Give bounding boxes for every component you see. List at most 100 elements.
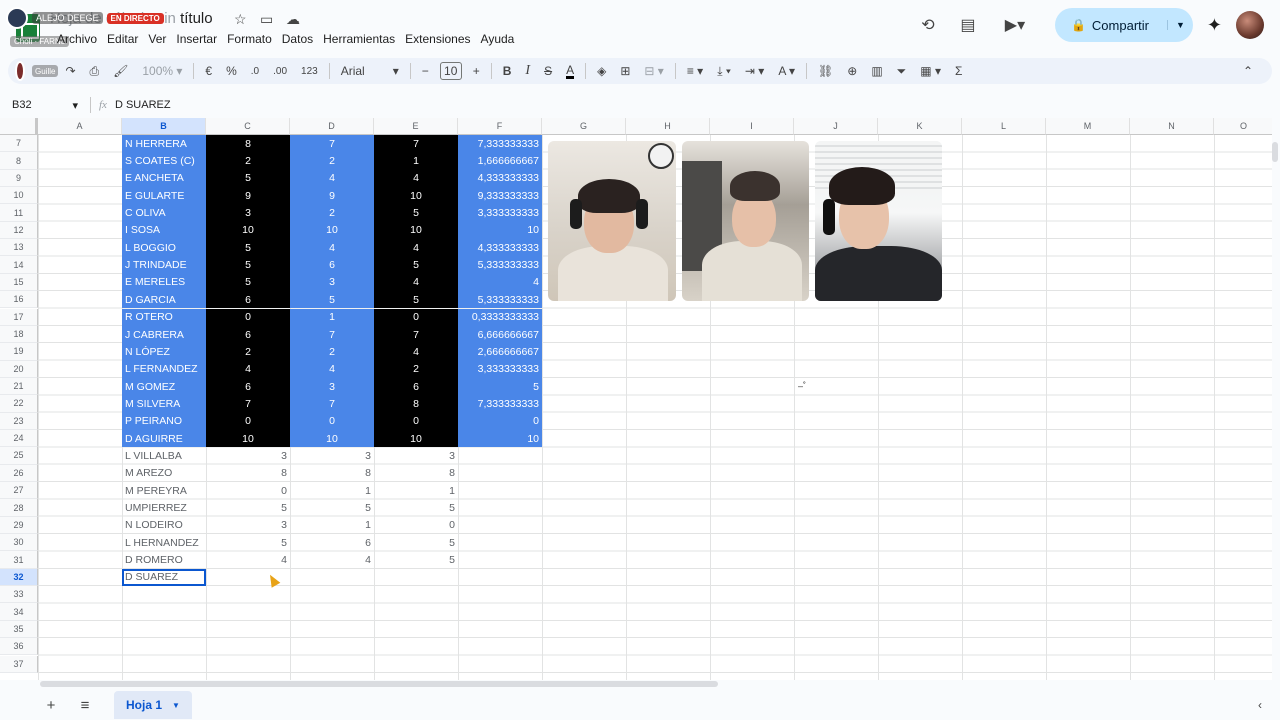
menu-archivo[interactable]: Archivo <box>52 30 102 48</box>
row-header-35[interactable]: 35 <box>0 620 38 639</box>
column-header-e[interactable]: E <box>374 118 458 135</box>
player-name-cell[interactable]: L HERNANDEZ <box>122 534 206 551</box>
score-cell-e[interactable]: 5 <box>374 534 458 551</box>
player-name-cell[interactable]: M AREZO <box>122 465 206 482</box>
print-icon[interactable]: ⎙ <box>83 58 107 84</box>
menu-formato[interactable]: Formato <box>222 30 277 48</box>
gemini-sparkle-icon[interactable]: ✦ <box>1207 15 1222 36</box>
score-cell-e[interactable]: 1 <box>374 482 458 499</box>
font-family-select[interactable]: Arial ▾ <box>334 58 406 84</box>
average-cell[interactable]: 7,333333333 <box>458 135 542 153</box>
increase-decimals-button[interactable]: .00 <box>266 58 294 84</box>
row-header-37[interactable]: 37 <box>0 655 38 673</box>
row-header-13[interactable]: 13 <box>0 239 38 257</box>
score-cell-c[interactable]: 10 <box>206 221 290 240</box>
row-header-21[interactable]: 21 <box>0 377 38 396</box>
score-cell-c[interactable]: 2 <box>206 343 290 361</box>
score-cell-d[interactable] <box>290 569 374 586</box>
score-cell-d[interactable]: 2 <box>290 204 374 222</box>
player-name-cell[interactable]: J CABRERA <box>122 325 206 344</box>
menu-herramientas[interactable]: Herramientas <box>318 30 400 48</box>
score-cell-e[interactable]: 4 <box>374 239 458 257</box>
redo-icon[interactable]: ↷ <box>58 58 82 84</box>
score-cell-e[interactable]: 4 <box>374 169 458 188</box>
score-cell-e[interactable]: 5 <box>374 551 458 568</box>
column-header-g[interactable]: G <box>542 118 626 135</box>
player-name-cell[interactable]: D AGUIRRE <box>122 429 206 448</box>
row-header-22[interactable]: 22 <box>0 395 38 413</box>
row-header-30[interactable]: 30 <box>0 534 38 552</box>
average-cell[interactable]: 7,333333333 <box>458 395 542 413</box>
menu-extensiones[interactable]: Extensiones <box>400 30 475 48</box>
insert-comment-icon[interactable]: ⊕ <box>840 58 864 84</box>
score-cell-d[interactable]: 2 <box>290 343 374 361</box>
merge-cells-icon[interactable]: ⊟ ▾ <box>637 58 670 84</box>
score-cell-c[interactable]: 3 <box>206 517 290 534</box>
player-name-cell[interactable]: N LÓPEZ <box>122 343 206 361</box>
average-cell[interactable]: 0 <box>458 412 542 430</box>
italic-icon[interactable]: I <box>518 58 537 84</box>
score-cell-e[interactable]: 0 <box>374 308 458 326</box>
row-header-14[interactable]: 14 <box>0 256 38 274</box>
bold-icon[interactable]: B <box>496 58 519 84</box>
star-icon[interactable]: ☆ <box>234 11 247 28</box>
player-name-cell[interactable]: M PEREYRA <box>122 482 206 499</box>
score-cell-d[interactable]: 7 <box>290 135 374 153</box>
average-cell[interactable]: 10 <box>458 221 542 240</box>
average-cell[interactable]: 5,333333333 <box>458 291 542 309</box>
row-header-29[interactable]: 29 <box>0 516 38 535</box>
player-name-cell[interactable]: I SOSA <box>122 221 206 240</box>
row-header-32[interactable]: 32 <box>0 568 38 587</box>
score-cell-d[interactable]: 1 <box>290 482 374 499</box>
score-cell-c[interactable]: 4 <box>206 360 290 378</box>
score-cell-e[interactable]: 5 <box>374 291 458 309</box>
player-name-cell[interactable]: E GULARTE <box>122 187 206 205</box>
score-cell-d[interactable]: 3 <box>290 377 374 396</box>
player-name-cell[interactable]: UMPIERREZ <box>122 499 206 516</box>
player-name-cell[interactable]: L VILLALBA <box>122 447 206 464</box>
score-cell-e[interactable]: 1 <box>374 152 458 170</box>
score-cell-c[interactable]: 5 <box>206 169 290 188</box>
vertical-scrollbar[interactable] <box>1272 142 1278 162</box>
column-header-h[interactable]: H <box>626 118 710 135</box>
score-cell-d[interactable]: 4 <box>290 169 374 188</box>
row-header-12[interactable]: 12 <box>0 221 38 240</box>
score-cell-e[interactable]: 6 <box>374 377 458 396</box>
column-header-c[interactable]: C <box>206 118 290 135</box>
row-header-26[interactable]: 26 <box>0 464 38 482</box>
score-cell-d[interactable]: 7 <box>290 395 374 413</box>
score-cell-c[interactable]: 5 <box>206 256 290 274</box>
strikethrough-icon[interactable]: S <box>537 58 559 84</box>
average-cell[interactable]: 1,666666667 <box>458 152 542 170</box>
score-cell-c[interactable]: 8 <box>206 465 290 482</box>
score-cell-e[interactable]: 5 <box>374 256 458 274</box>
score-cell-c[interactable]: 2 <box>206 152 290 170</box>
column-header-b[interactable]: B <box>122 118 206 135</box>
row-header-20[interactable]: 20 <box>0 360 38 378</box>
score-cell-e[interactable] <box>374 569 458 586</box>
score-cell-d[interactable]: 4 <box>290 551 374 568</box>
average-cell[interactable]: 0,3333333333 <box>458 308 542 326</box>
column-header-l[interactable]: L <box>962 118 1046 135</box>
average-cell[interactable]: 5 <box>458 377 542 396</box>
score-cell-c[interactable]: 0 <box>206 412 290 430</box>
column-header-f[interactable]: F <box>458 118 542 135</box>
score-cell-e[interactable]: 7 <box>374 325 458 344</box>
player-name-cell[interactable]: P PEIRANO <box>122 412 206 430</box>
score-cell-d[interactable]: 6 <box>290 256 374 274</box>
row-header-18[interactable]: 18 <box>0 325 38 344</box>
score-cell-d[interactable]: 2 <box>290 152 374 170</box>
average-cell[interactable]: 4 <box>458 273 542 292</box>
score-cell-d[interactable]: 3 <box>290 273 374 292</box>
menu-editar[interactable]: Editar <box>102 30 143 48</box>
score-cell-c[interactable]: 3 <box>206 204 290 222</box>
row-header-9[interactable]: 9 <box>0 169 38 188</box>
row-header-23[interactable]: 23 <box>0 412 38 430</box>
row-header-33[interactable]: 33 <box>0 586 38 604</box>
menu-ayuda[interactable]: Ayuda <box>476 30 520 48</box>
row-header-11[interactable]: 11 <box>0 204 38 222</box>
score-cell-e[interactable]: 0 <box>374 517 458 534</box>
score-cell-e[interactable]: 7 <box>374 135 458 153</box>
player-name-cell[interactable]: D ROMERO <box>122 551 206 568</box>
score-cell-c[interactable]: 6 <box>206 291 290 309</box>
